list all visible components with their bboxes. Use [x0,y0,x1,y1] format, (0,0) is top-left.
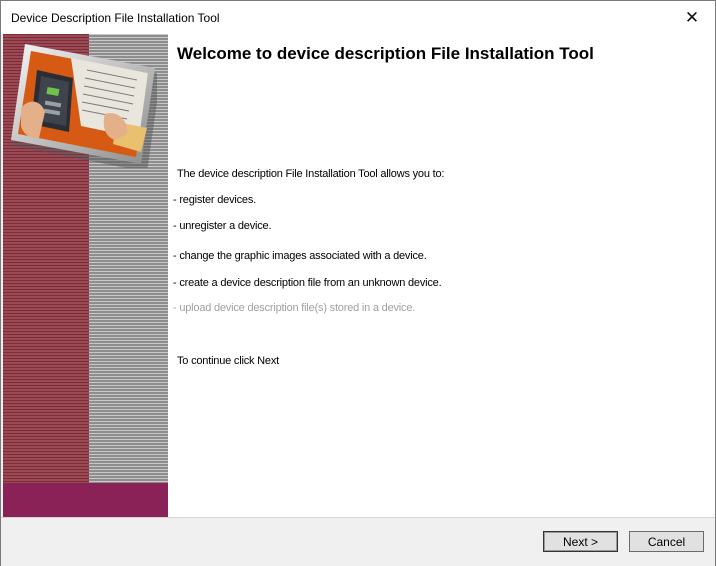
feature-item-change-images: - change the graphic images associated w… [173,250,427,262]
feature-item-register: - register devices. [173,194,257,206]
sidebar-bottom-band [3,483,168,517]
cancel-button[interactable]: Cancel [629,531,704,552]
next-button[interactable]: Next > [543,531,618,552]
installer-window: Device Description File Installation Too… [0,0,716,566]
feature-item-create-file: - create a device description file from … [173,277,442,289]
title-bar[interactable]: Device Description File Installation Too… [1,1,715,34]
close-button[interactable]: ✕ [669,1,715,34]
feature-item-upload: - upload device description file(s) stor… [173,302,416,314]
feature-item-unregister: - unregister a device. [173,220,272,232]
page-title: Welcome to device description File Insta… [177,44,594,63]
window-title: Device Description File Installation Too… [11,11,220,25]
continue-text: To continue click Next [177,355,279,367]
intro-text: The device description File Installation… [177,168,445,180]
wizard-content: Welcome to device description File Insta… [168,34,715,517]
button-bar: Next > Cancel [1,517,715,566]
wizard-sidebar [3,34,168,517]
device-photo-icon [11,44,157,168]
close-icon: ✕ [684,7,700,27]
